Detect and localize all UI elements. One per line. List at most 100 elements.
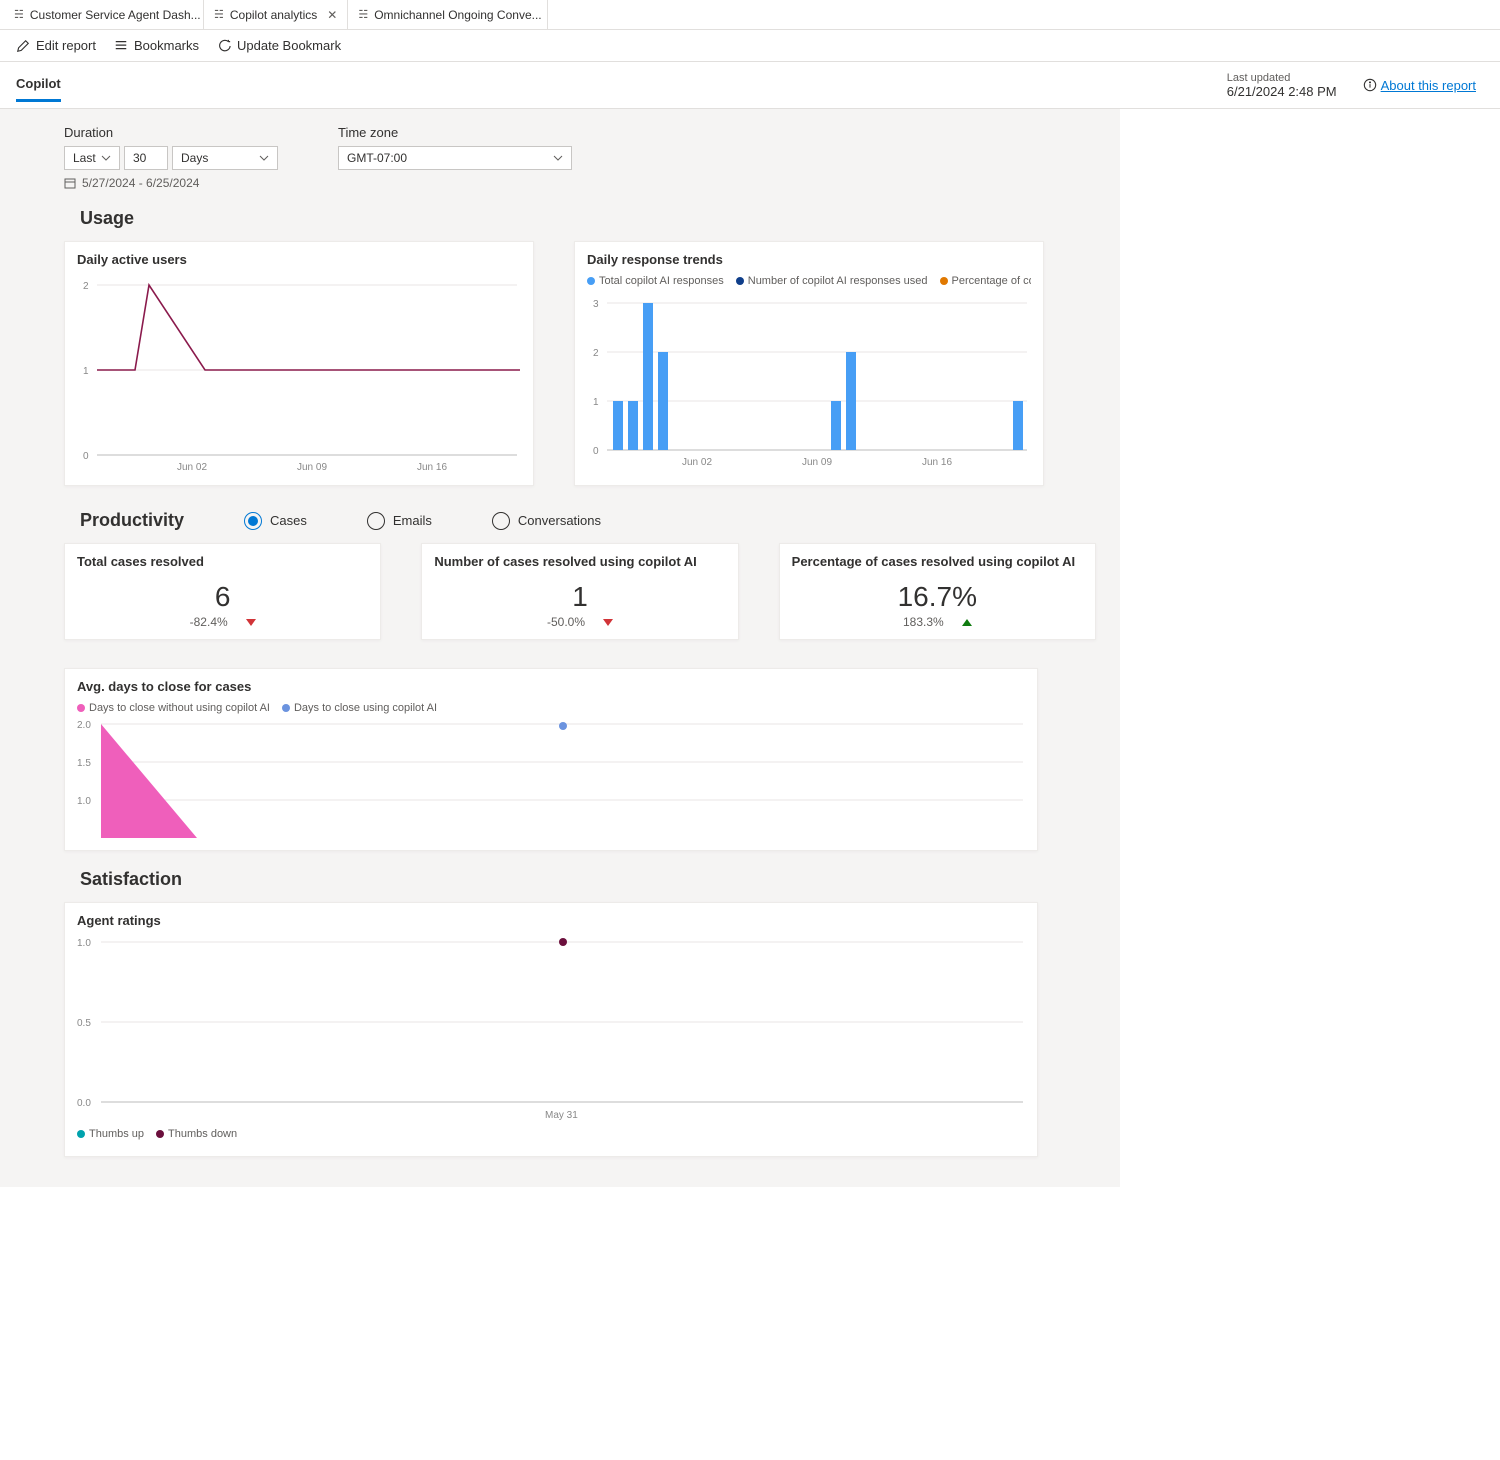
agent-ratings-card: Agent ratings 1.0 0.5 0.0 May 31 Thumbs … — [64, 902, 1038, 1157]
tab-copilot-analytics[interactable]: ☵ Copilot analytics ✕ — [204, 0, 348, 29]
svg-text:Jun 16: Jun 16 — [922, 457, 952, 468]
refresh-icon — [217, 39, 231, 53]
card-title: Agent ratings — [77, 913, 1025, 928]
legend-dot — [282, 704, 290, 712]
svg-text:Jun 09: Jun 09 — [297, 462, 327, 473]
card-title: Daily response trends — [587, 252, 1031, 267]
legend-dot — [736, 277, 744, 285]
chevron-down-icon — [101, 153, 111, 163]
toolbar-label: Bookmarks — [134, 38, 199, 53]
tab-omnichannel-ongoing[interactable]: ☵ Omnichannel Ongoing Conve... — [348, 0, 548, 29]
avg-days-chart[interactable]: 2.0 1.5 1.0 — [77, 720, 1025, 840]
legend-dot — [587, 277, 595, 285]
chevron-down-icon — [259, 153, 269, 163]
agent-ratings-chart[interactable]: 1.0 0.5 0.0 May 31 — [77, 936, 1025, 1122]
legend-dot — [940, 277, 948, 285]
svg-text:0.5: 0.5 — [77, 1018, 91, 1029]
radio-label: Cases — [270, 513, 307, 528]
svg-text:0.0: 0.0 — [77, 1098, 91, 1109]
x-tick-label: May 31 — [545, 1110, 578, 1121]
toolbar-label: Update Bookmark — [237, 38, 341, 53]
svg-text:Jun 02: Jun 02 — [177, 462, 207, 473]
svg-text:1.5: 1.5 — [77, 758, 91, 769]
svg-text:0: 0 — [593, 446, 599, 457]
arrow-down-icon — [603, 619, 613, 626]
radio-label: Conversations — [518, 513, 601, 528]
report-icon: ☵ — [14, 8, 24, 21]
last-updated: Last updated 6/21/2024 2:48 PM — [1227, 72, 1337, 99]
avg-days-to-close-card: Avg. days to close for cases Days to clo… — [64, 668, 1038, 851]
report-sub-header: Copilot Last updated 6/21/2024 2:48 PM A… — [0, 62, 1500, 109]
tab-customer-service-dash[interactable]: ☵ Customer Service Agent Dash... — [4, 0, 204, 29]
tab-label: Customer Service Agent Dash... — [30, 8, 201, 22]
productivity-section-title: Productivity — [80, 510, 184, 531]
radio-circle-icon — [367, 512, 385, 530]
report-canvas: Duration Last 30 Days 5/27/2024 - 6/25/2… — [0, 109, 1120, 1187]
productivity-metrics-row: Total cases resolved 6 -82.4% Number of … — [64, 543, 1096, 640]
metric-delta-text: -82.4% — [190, 615, 228, 629]
about-report-link[interactable]: About this report — [1363, 78, 1476, 93]
timezone-filter: Time zone GMT-07:00 — [338, 125, 572, 190]
svg-text:1: 1 — [593, 397, 599, 408]
metric-title: Total cases resolved — [77, 554, 368, 569]
date-range-text: 5/27/2024 - 6/25/2024 — [82, 176, 199, 190]
metric-delta-text: -50.0% — [547, 615, 585, 629]
chart-legend: Total copilot AI responses Number of cop… — [587, 275, 1031, 287]
metric-value: 1 — [434, 581, 725, 613]
legend-label: Days to close using copilot AI — [294, 702, 437, 714]
update-bookmark-button[interactable]: Update Bookmark — [217, 38, 341, 53]
svg-text:3: 3 — [593, 299, 599, 310]
legend-dot — [77, 1130, 85, 1138]
svg-text:2: 2 — [593, 348, 599, 359]
report-toolbar: Edit report Bookmarks Update Bookmark — [0, 30, 1500, 62]
legend-label: Days to close without using copilot AI — [89, 702, 270, 714]
sub-header-right: Last updated 6/21/2024 2:48 PM About thi… — [1227, 72, 1476, 99]
report-page-tab-copilot[interactable]: Copilot — [16, 68, 61, 102]
dropdown-value: Days — [181, 151, 208, 165]
close-icon[interactable]: ✕ — [327, 8, 337, 22]
duration-value-input[interactable]: 30 — [124, 146, 168, 170]
daily-response-trends-chart[interactable]: 3 2 1 0 Jun 02 Jun 09 Jun 1 — [587, 293, 1031, 471]
svg-text:1.0: 1.0 — [77, 938, 91, 949]
daily-active-users-card: Daily active users 2 1 0 Jun 02 Jun 09 J… — [64, 241, 534, 486]
edit-report-button[interactable]: Edit report — [16, 38, 96, 53]
productivity-header: Productivity Cases Emails Conversations — [80, 510, 1096, 531]
calendar-icon — [64, 177, 76, 189]
timezone-label: Time zone — [338, 125, 572, 140]
timezone-dropdown[interactable]: GMT-07:00 — [338, 146, 572, 170]
duration-label: Duration — [64, 125, 278, 140]
filters-row: Duration Last 30 Days 5/27/2024 - 6/25/2… — [64, 125, 1096, 190]
metric-pct-resolved-copilot: Percentage of cases resolved using copil… — [779, 543, 1096, 640]
pencil-icon — [16, 39, 30, 53]
productivity-radio-group: Cases Emails Conversations — [244, 512, 601, 530]
toolbar-label: Edit report — [36, 38, 96, 53]
svg-text:Jun 02: Jun 02 — [682, 457, 712, 468]
usage-section-title: Usage — [80, 208, 1096, 229]
duration-filter: Duration Last 30 Days 5/27/2024 - 6/25/2… — [64, 125, 278, 190]
bookmarks-button[interactable]: Bookmarks — [114, 38, 199, 53]
legend-label: Total copilot AI responses — [599, 275, 724, 287]
document-tabs: ☵ Customer Service Agent Dash... ☵ Copil… — [0, 0, 1500, 30]
radio-circle-icon — [244, 512, 262, 530]
duration-mode-dropdown[interactable]: Last — [64, 146, 120, 170]
radio-label: Emails — [393, 513, 432, 528]
usage-cards-row: Daily active users 2 1 0 Jun 02 Jun 09 J… — [64, 241, 1096, 486]
radio-conversations[interactable]: Conversations — [492, 512, 601, 530]
last-updated-label: Last updated — [1227, 72, 1337, 84]
report-icon: ☵ — [358, 8, 368, 21]
metric-delta-text: 183.3% — [903, 615, 944, 629]
dropdown-value: GMT-07:00 — [347, 151, 407, 165]
duration-unit-dropdown[interactable]: Days — [172, 146, 278, 170]
card-title: Daily active users — [77, 252, 521, 267]
svg-text:1: 1 — [83, 366, 89, 377]
metric-total-cases-resolved: Total cases resolved 6 -82.4% — [64, 543, 381, 640]
svg-text:1.0: 1.0 — [77, 796, 91, 807]
daily-active-users-chart[interactable]: 2 1 0 Jun 02 Jun 09 Jun 16 — [77, 275, 521, 475]
radio-emails[interactable]: Emails — [367, 512, 432, 530]
svg-text:0: 0 — [83, 451, 89, 462]
radio-cases[interactable]: Cases — [244, 512, 307, 530]
svg-text:2.0: 2.0 — [77, 720, 91, 731]
tab-label: Copilot analytics — [230, 8, 317, 22]
svg-text:Jun 16: Jun 16 — [417, 462, 447, 473]
legend-dot — [156, 1130, 164, 1138]
